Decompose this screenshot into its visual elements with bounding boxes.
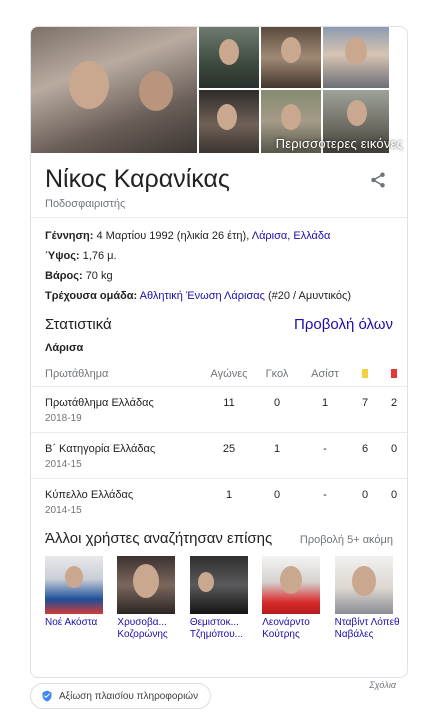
knowledge-panel: Περισσότερες εικόνες Νίκος Καρανίκας Ποδ… <box>30 26 408 678</box>
row-competition: Κύπελλο Ελλάδας 2014-15 <box>31 478 203 524</box>
people-list: Νοέ Ακόστα Χρυσοβα... Κοζορώνης Θεμιστοκ… <box>31 547 407 641</box>
fact-label: Τρέχουσα ομάδα: <box>45 290 138 302</box>
col-competition: Πρωτάθλημα <box>31 362 203 387</box>
fact-weight: Βάρος: 70 kg <box>45 266 393 286</box>
grid-image[interactable] <box>261 27 321 88</box>
row-apps: 11 <box>203 386 255 433</box>
grid-image[interactable] <box>199 90 259 153</box>
list-item[interactable]: Νοέ Ακόστα <box>45 556 117 641</box>
list-item[interactable]: Λεονάρντο Κούτρης <box>262 556 334 641</box>
fact-value: (#20 / Αμυντικός) <box>267 290 351 302</box>
row-goals: 1 <box>255 432 299 479</box>
col-apps: Αγώνες <box>203 362 255 387</box>
red-card-icon <box>391 369 397 379</box>
row-yellow: 0 <box>361 488 369 501</box>
row-red: 2 <box>379 386 407 433</box>
more-images-link[interactable]: Περισσότερες εικόνες <box>276 136 403 151</box>
fact-value: 4 Μαρτίου 1992 (ηλικία 26 έτη), <box>96 230 250 242</box>
people-also-search-title: Άλλοι χρήστες αναζήτησαν επίσης <box>45 530 273 547</box>
stats-header: Στατιστικά Προβολή όλων <box>31 306 407 333</box>
row-season: 2018-19 <box>45 412 82 424</box>
fact-height: Ύψος: 1,76 μ. <box>45 246 393 266</box>
share-icon[interactable] <box>369 171 387 189</box>
person-photo[interactable] <box>45 556 103 614</box>
stats-table: Πρωτάθλημα Αγώνες Γκολ Ασίστ Πρωτάθλημα … <box>31 362 407 524</box>
stats-team-name: Λάρισα <box>45 342 84 354</box>
fact-value: 70 kg <box>85 270 113 282</box>
row-assists: 1 <box>299 386 351 433</box>
row-competition: Β΄ Κατηγορία Ελλάδας 2014-15 <box>31 432 203 479</box>
fact-birth: Γέννηση: 4 Μαρτίου 1992 (ηλικία 26 έτη),… <box>45 226 393 246</box>
col-red-cards <box>379 362 407 387</box>
list-item[interactable]: Θεμιστοκ... Τζημόπου... <box>189 556 262 641</box>
row-red: 0 <box>379 432 407 479</box>
fact-label: Γέννηση: <box>45 230 94 242</box>
image-strip[interactable]: Περισσότερες εικόνες <box>31 27 407 153</box>
fact-label: Βάρος: <box>45 270 83 282</box>
entity-subtitle: Ποδοσφαιριστής <box>45 198 126 210</box>
person-photo[interactable] <box>334 556 393 614</box>
fact-team: Τρέχουσα ομάδα: Αθλητική Ένωση Λάρισας (… <box>45 286 393 306</box>
row-season: 2014-15 <box>45 504 82 516</box>
fact-label: Ύψος: <box>45 250 80 262</box>
table-row: Β΄ Κατηγορία Ελλάδας 2014-15 25 1 - 6 0 <box>31 432 407 479</box>
face-shape <box>69 61 109 109</box>
birth-place-link[interactable]: Λάρισα, Ελλάδα <box>252 230 331 242</box>
person-photo[interactable] <box>117 556 176 614</box>
row-goals: 0 <box>255 386 299 433</box>
person-photo[interactable] <box>262 556 321 614</box>
table-row: Πρωτάθλημα Ελλάδας 2018-19 11 0 1 7 2 <box>31 386 407 433</box>
person-name[interactable]: Νοέ Ακόστα <box>45 617 111 629</box>
row-apps: 1 <box>225 488 233 501</box>
col-goals: Γκολ <box>255 362 299 387</box>
people-also-search-header: Άλλοι χρήστες αναζήτησαν επίσης Προβολή … <box>31 524 407 547</box>
row-season: 2014-15 <box>45 458 82 470</box>
grid-image[interactable] <box>199 27 259 88</box>
claim-label: Αξίωση πλαισίου πληροφοριών <box>59 690 199 702</box>
fact-value: 1,76 μ. <box>82 250 117 262</box>
row-competition: Πρωτάθλημα Ελλάδας 2018-19 <box>31 386 203 433</box>
stats-header-row: Πρωτάθλημα Αγώνες Γκολ Ασίστ <box>31 362 407 387</box>
feedback-link[interactable]: Σχόλια <box>369 680 396 690</box>
face-shape <box>139 71 173 111</box>
person-name[interactable]: Νταβίντ Λόπεθ Ναβάλες <box>335 617 401 641</box>
entity-header: Νίκος Καρανίκας Ποδοσφαιριστής <box>31 153 407 218</box>
row-apps: 25 <box>203 432 255 479</box>
row-assists: - <box>323 488 327 501</box>
list-item[interactable]: Νταβίντ Λόπεθ Ναβάλες <box>334 556 407 641</box>
verified-shield-icon <box>42 690 52 702</box>
grid-image[interactable] <box>323 27 389 88</box>
yellow-card-icon <box>362 369 368 379</box>
col-assists: Ασίστ <box>299 362 351 387</box>
person-name[interactable]: Θεμιστοκ... Τζημόπου... <box>190 617 256 641</box>
person-name[interactable]: Χρυσοβα... Κοζορώνης <box>117 617 183 641</box>
row-yellow: 6 <box>351 432 379 479</box>
person-photo[interactable] <box>189 556 248 614</box>
entity-title: Νίκος Καρανίκας <box>45 165 230 193</box>
col-yellow-cards <box>351 362 379 387</box>
stats-title: Στατιστικά <box>45 316 112 333</box>
row-yellow: 7 <box>351 386 379 433</box>
view-all-link[interactable]: Προβολή όλων <box>294 316 393 333</box>
facts-section: Γέννηση: 4 Μαρτίου 1992 (ηλικία 26 έτη),… <box>31 218 407 306</box>
row-assists: - <box>299 432 351 479</box>
view-more-people-link[interactable]: Προβολή 5+ ακόμη <box>300 534 393 546</box>
main-image[interactable] <box>31 27 197 153</box>
table-row: Κύπελλο Ελλάδας 2014-15 1 0 - 0 0 <box>31 478 407 524</box>
row-goals: 0 <box>273 488 281 501</box>
claim-panel-button[interactable]: Αξίωση πλαισίου πληροφοριών <box>30 683 212 709</box>
row-red: 0 <box>390 488 398 501</box>
current-team-link[interactable]: Αθλητική Ένωση Λάρισας <box>140 290 265 302</box>
list-item[interactable]: Χρυσοβα... Κοζορώνης <box>117 556 189 641</box>
image-grid <box>199 27 389 153</box>
person-name[interactable]: Λεονάρντο Κούτρης <box>262 617 328 641</box>
